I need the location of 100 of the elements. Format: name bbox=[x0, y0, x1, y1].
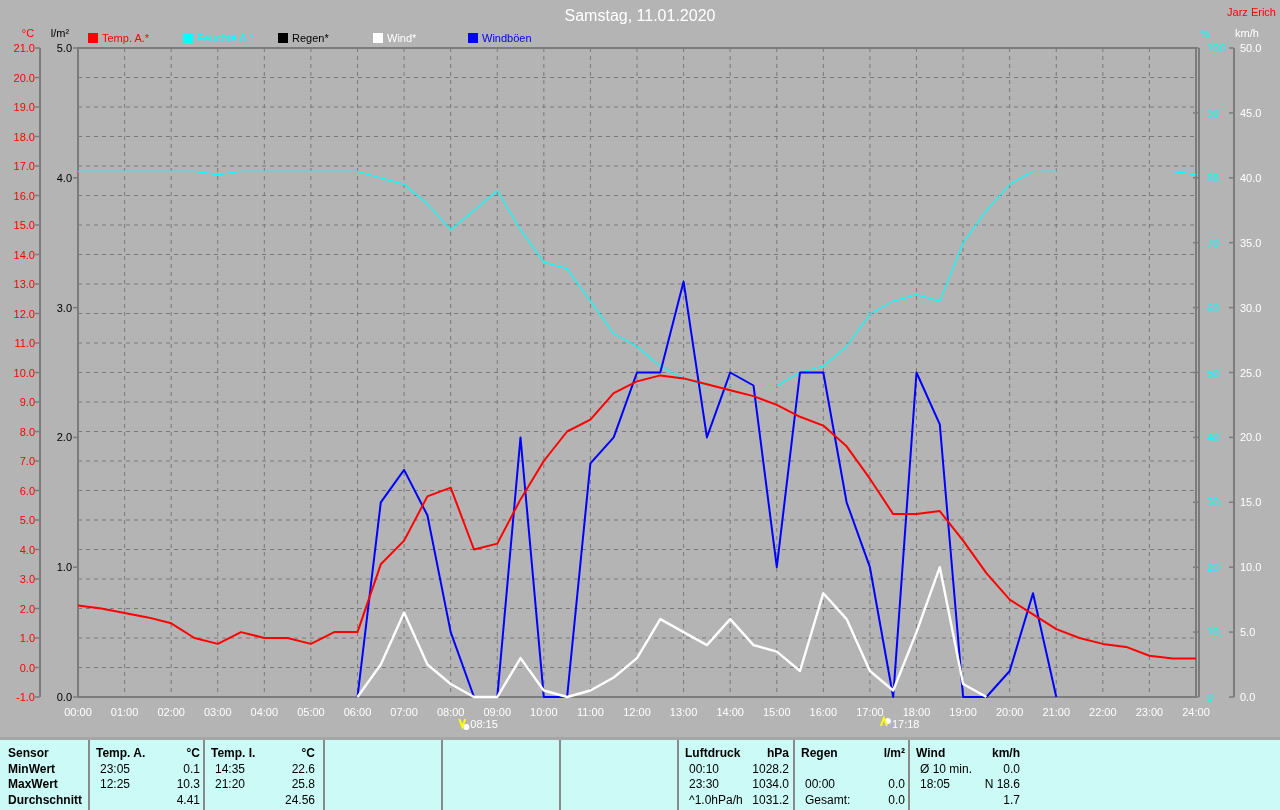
axis-label: 30 bbox=[1207, 496, 1220, 509]
axis-label: 04:00 bbox=[250, 706, 279, 718]
axis-label: 0.0 bbox=[56, 691, 72, 703]
axis-label: 80 bbox=[1207, 171, 1220, 184]
axis-label: 24:00 bbox=[1182, 706, 1210, 718]
table-cell: 1034.0 bbox=[752, 777, 789, 791]
axis-label: 8.0 bbox=[19, 425, 35, 438]
table-cell: 23:30 bbox=[689, 777, 720, 791]
axis-label: 00:00 bbox=[64, 706, 92, 718]
column-header: Temp. A. bbox=[96, 746, 146, 762]
legend-label: Feuchte A.* bbox=[197, 32, 254, 44]
table-cell: 21:20 bbox=[215, 777, 246, 791]
axis-label: 10:00 bbox=[530, 706, 558, 718]
column-header: hPa bbox=[766, 746, 789, 762]
axis-label: 50.0 bbox=[1240, 42, 1262, 54]
table-cell: Gesamt: bbox=[805, 792, 851, 807]
axis-label: 12.0 bbox=[13, 307, 35, 320]
axis-label: 100 bbox=[1207, 42, 1226, 54]
axis-label: 1.0 bbox=[56, 561, 72, 574]
column-header: Temp. I. bbox=[211, 746, 256, 762]
axis-label: 15.0 bbox=[13, 219, 35, 231]
axis-label: 25.0 bbox=[1240, 366, 1262, 379]
axis-label: 10.0 bbox=[1240, 561, 1262, 574]
table-cell: 0.0 bbox=[1003, 761, 1020, 776]
axis-label: 3.0 bbox=[56, 301, 72, 314]
axis-label: 90 bbox=[1207, 106, 1220, 119]
table-cell: 0.0 bbox=[888, 777, 905, 791]
axis-label: 01:00 bbox=[110, 706, 139, 718]
legend-label: Wind* bbox=[387, 32, 417, 44]
legend-swatch bbox=[88, 33, 98, 43]
axis-label: 11.0 bbox=[14, 337, 35, 349]
axis-label: 60 bbox=[1207, 301, 1220, 314]
table-cell: N 18.6 bbox=[984, 777, 1020, 791]
table-cell: 0.1 bbox=[183, 761, 200, 776]
axis-label: 16:00 bbox=[809, 706, 838, 718]
row-label: Sensor bbox=[8, 746, 49, 762]
row-label: Durchschnitt bbox=[8, 792, 82, 808]
axis-title: km/h bbox=[1235, 27, 1259, 39]
axis-label: 40 bbox=[1207, 431, 1220, 444]
axis-label: 21:00 bbox=[1042, 706, 1070, 718]
axis-label: 1.0 bbox=[19, 632, 35, 644]
axis-label: 50 bbox=[1207, 366, 1220, 379]
axis-label: 14:00 bbox=[716, 706, 744, 718]
table-cell: 1028.2 bbox=[752, 761, 789, 776]
column-header: km/h bbox=[991, 746, 1020, 762]
axis-label: 0.0 bbox=[1240, 691, 1256, 703]
table-cell: 14:35 bbox=[215, 761, 246, 776]
table-cell: 4.41 bbox=[176, 792, 200, 807]
axis-label: 5.0 bbox=[56, 42, 72, 54]
axis-label: 15.0 bbox=[1240, 496, 1262, 509]
author-label: Jarz Erich bbox=[1227, 6, 1276, 18]
table-cell: 25.8 bbox=[291, 777, 315, 791]
column-header: l/m² bbox=[883, 746, 905, 762]
axis-label: 20.0 bbox=[1240, 431, 1262, 444]
legend-label: Regen* bbox=[292, 32, 329, 44]
axis-title: % bbox=[1200, 27, 1210, 39]
table-cell: 00:00 bbox=[805, 777, 836, 791]
axis-label: 20:00 bbox=[995, 706, 1024, 718]
axis-label: 13.0 bbox=[13, 278, 35, 290]
axis-label: 02:00 bbox=[157, 706, 185, 718]
chart-title: Samstag, 11.01.2020 bbox=[564, 7, 716, 24]
axis-label: 10 bbox=[1207, 626, 1220, 639]
axis-label: 7.0 bbox=[19, 455, 35, 467]
table-cell: 1.7 bbox=[1003, 792, 1020, 807]
table-cell: 12:25 bbox=[100, 777, 131, 791]
axis-label: 17.0 bbox=[13, 160, 35, 172]
axis-label: 2.0 bbox=[56, 431, 72, 444]
column-header: Luftdruck bbox=[685, 746, 742, 762]
axis-label: 5.0 bbox=[19, 514, 35, 526]
axis-label: 05:00 bbox=[297, 706, 325, 718]
axis-label: 45.0 bbox=[1240, 106, 1262, 119]
column-header: Regen bbox=[801, 746, 839, 762]
axis-label: 0.0 bbox=[19, 661, 35, 674]
axis-label: 10.0 bbox=[13, 366, 35, 379]
table-cell: 18:05 bbox=[920, 777, 951, 791]
legend-swatch bbox=[373, 33, 383, 43]
table-cell: ^1.0hPa/h bbox=[689, 792, 743, 807]
axis-label: 5.0 bbox=[1240, 626, 1256, 639]
axis-title: °C bbox=[21, 27, 35, 39]
axis-label: 6.0 bbox=[19, 484, 35, 497]
table-cell: 0.0 bbox=[888, 792, 905, 807]
axis-label: 40.0 bbox=[1240, 171, 1262, 184]
sun-time: 17:18 bbox=[891, 718, 920, 730]
table-cell: 23:05 bbox=[100, 761, 131, 776]
axis-label: 03:00 bbox=[204, 706, 232, 718]
axis-label: 35.0 bbox=[1240, 236, 1262, 249]
axis-label: 3.0 bbox=[19, 573, 35, 585]
row-label: MinWert bbox=[8, 761, 56, 777]
column-header: Wind bbox=[916, 746, 947, 762]
table-cell: 1031.2 bbox=[752, 792, 789, 807]
axis-label: 4.0 bbox=[19, 543, 35, 556]
column-header: °C bbox=[185, 746, 200, 762]
sun-time: 08:15 bbox=[470, 718, 498, 730]
table-cell: 22.6 bbox=[291, 761, 315, 776]
axis-label: 09:00 bbox=[483, 706, 511, 718]
sunset-icon bbox=[879, 715, 891, 727]
axis-label: 30.0 bbox=[1240, 301, 1262, 314]
sunrise-icon bbox=[458, 718, 470, 730]
axis-label: 19.0 bbox=[13, 101, 35, 113]
legend-swatch bbox=[468, 33, 478, 43]
